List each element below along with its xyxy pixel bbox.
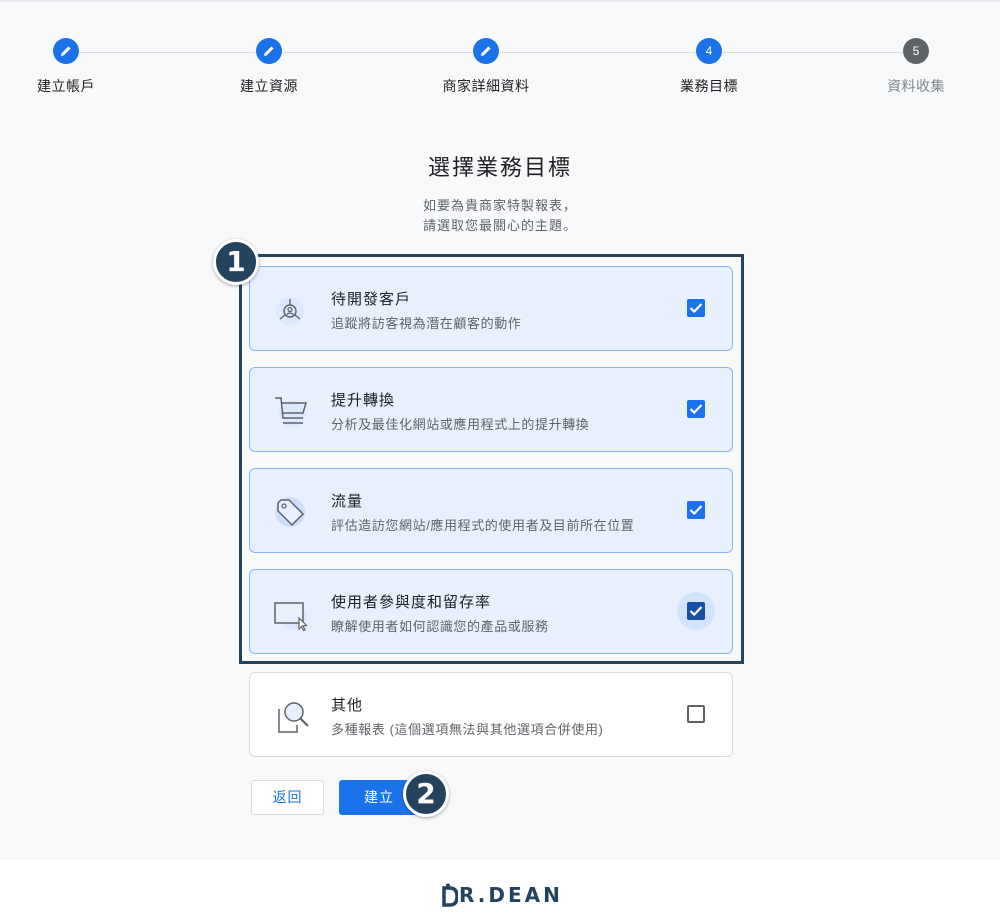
progress-stepper: 建立帳戶 建立資源 商家詳細資料 4 業務目標 5 資料收集 [0, 38, 1000, 108]
option-description: 評估造訪您網站/應用程式的使用者及目前所在位置 [331, 518, 635, 533]
check-icon [689, 404, 703, 415]
option-traffic[interactable]: 流量 評估造訪您網站/應用程式的使用者及目前所在位置 [249, 468, 733, 553]
step-label: 建立帳戶 [37, 78, 95, 94]
step-label: 資料收集 [887, 78, 945, 94]
step-business-goals[interactable]: 4 業務目標 [639, 38, 779, 96]
option-checkbox[interactable] [687, 400, 705, 418]
step-number: 5 [903, 38, 929, 64]
option-leads[interactable]: 待開發客戶 追蹤將訪客視為潛在顧客的動作 [249, 266, 733, 351]
check-icon [689, 606, 703, 617]
tag-icon [275, 497, 305, 527]
shopping-cart-icon [275, 397, 308, 427]
step-label: 業務目標 [680, 78, 738, 94]
subtitle-line: 請選取您最關心的主題。 [422, 218, 577, 233]
step-create-resource[interactable]: 建立資源 [199, 38, 339, 96]
option-description: 多種報表 (這個選項無法與其他選項合併使用) [331, 722, 604, 737]
magnifier-report-icon [278, 702, 309, 733]
dr-logo-mark-icon [442, 883, 458, 907]
check-icon [689, 505, 703, 516]
step-label: 商家詳細資料 [442, 78, 530, 94]
pencil-icon [61, 46, 71, 56]
option-checkbox[interactable] [687, 501, 705, 519]
step-done-circle [256, 38, 282, 64]
screen-cursor-icon [274, 602, 308, 632]
option-title: 提升轉換 [331, 392, 396, 409]
step-business-details[interactable]: 商家詳細資料 [416, 38, 556, 96]
subtitle-line: 如要為貴商家特製報表， [422, 198, 577, 213]
option-title: 流量 [331, 493, 364, 510]
pencil-icon [264, 46, 274, 56]
target-person-icon [276, 297, 304, 325]
page-subtitle: 如要為貴商家特製報表， 請選取您最關心的主題。 [0, 196, 1000, 236]
option-checkbox[interactable] [687, 299, 705, 317]
annotation-badge-1: 1 [213, 239, 259, 285]
step-done-circle [53, 38, 79, 64]
option-title: 其他 [331, 697, 364, 714]
step-data-collection: 5 資料收集 [846, 38, 986, 96]
page-title: 選擇業務目標 [427, 155, 572, 180]
check-icon [689, 303, 703, 314]
option-conversions[interactable]: 提升轉換 分析及最佳化網站或應用程式上的提升轉換 [249, 367, 733, 452]
step-create-account[interactable]: 建立帳戶 [0, 38, 136, 96]
back-button[interactable]: 返回 [251, 780, 324, 815]
pencil-icon [481, 46, 491, 56]
option-description: 追蹤將訪客視為潛在顧客的動作 [331, 316, 522, 331]
option-description: 分析及最佳化網站或應用程式上的提升轉換 [331, 417, 590, 432]
option-description: 瞭解使用者如何認識您的產品或服務 [331, 619, 549, 634]
top-divider [0, 0, 1000, 2]
annotation-badge-2: 2 [403, 771, 449, 817]
step-label: 建立資源 [240, 78, 298, 94]
step-done-circle [473, 38, 499, 64]
footer: R.DEAN [0, 860, 1000, 917]
option-engagement[interactable]: 使用者參與度和留存率 瞭解使用者如何認識您的產品或服務 [249, 569, 733, 654]
step-number: 4 [696, 38, 722, 64]
option-other[interactable]: 其他 多種報表 (這個選項無法與其他選項合併使用) [249, 672, 733, 757]
option-checkbox[interactable] [687, 705, 705, 723]
option-title: 使用者參與度和留存率 [331, 594, 492, 611]
logo-text: R.DEAN [459, 883, 563, 907]
option-title: 待開發客戶 [331, 291, 412, 308]
option-checkbox[interactable] [687, 602, 705, 620]
